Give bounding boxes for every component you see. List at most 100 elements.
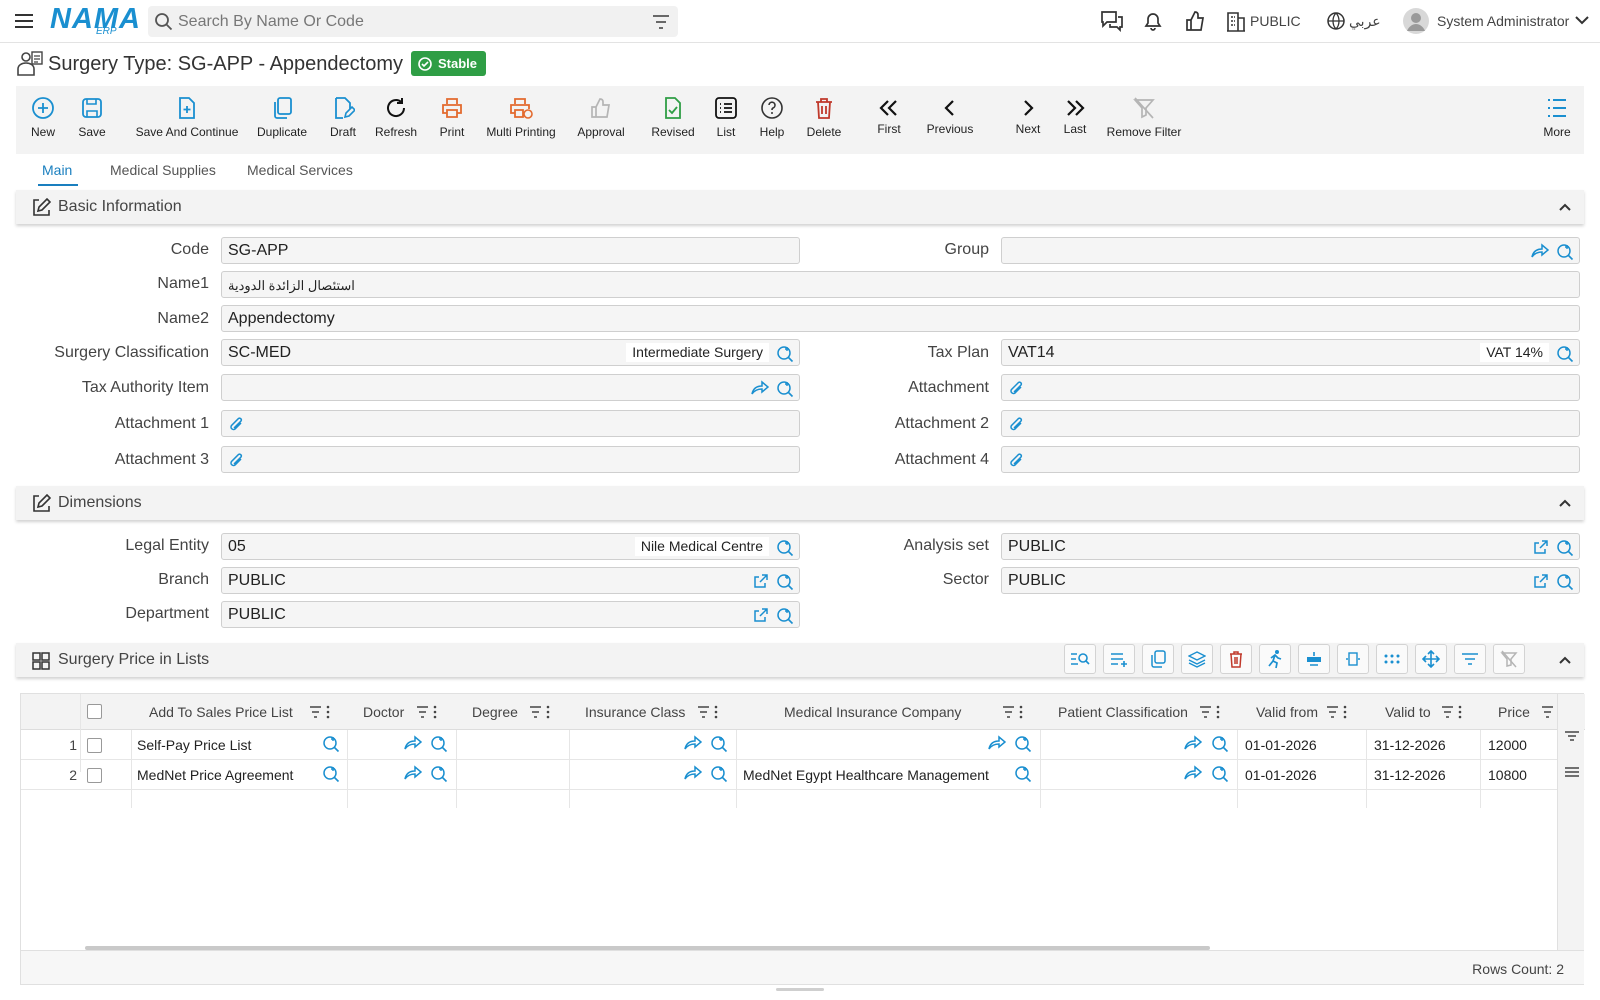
lookup-icon[interactable] (1211, 735, 1229, 753)
new-button[interactable]: New (27, 86, 59, 154)
paperclip-icon[interactable] (1008, 380, 1026, 398)
lookup-icon[interactable] (776, 380, 794, 398)
first-button[interactable]: First (874, 86, 904, 154)
row-checkbox[interactable] (87, 768, 102, 783)
column-header[interactable]: Insurance Class (585, 704, 685, 720)
dots-grid-icon[interactable] (1376, 644, 1408, 674)
menu-icon[interactable] (14, 11, 34, 31)
tab-main[interactable]: Main (42, 162, 72, 178)
lookup-icon[interactable] (776, 573, 794, 591)
column-filter-icon[interactable] (1326, 704, 1348, 720)
delete-button[interactable]: Delete (805, 86, 843, 154)
grid-filter-icon[interactable] (1454, 644, 1486, 674)
column-filter-icon[interactable] (529, 704, 551, 720)
column-filter-icon[interactable] (1441, 704, 1463, 720)
chevron-up-icon[interactable] (1558, 496, 1572, 510)
row-checkbox[interactable] (87, 738, 102, 753)
column-header[interactable]: Add To Sales Price List (149, 704, 293, 720)
user-name[interactable]: System Administrator (1437, 13, 1569, 29)
copy-row-icon[interactable] (1142, 644, 1174, 674)
print-button[interactable]: Print (437, 86, 467, 154)
share-icon[interactable] (1531, 243, 1549, 259)
avatar[interactable] (1402, 7, 1430, 35)
runner-icon[interactable] (1259, 644, 1291, 674)
search-box[interactable]: Search By Name Or Code (148, 6, 678, 37)
share-icon[interactable] (404, 765, 422, 781)
lookup-icon[interactable] (430, 735, 448, 753)
insert-above-icon[interactable] (1298, 644, 1330, 674)
column-header[interactable]: Degree (472, 704, 518, 720)
filter-icon[interactable] (652, 14, 670, 30)
help-button[interactable]: Help (757, 86, 787, 154)
share-icon[interactable] (1184, 765, 1202, 781)
share-icon[interactable] (404, 735, 422, 751)
code-field[interactable]: SG-APP (221, 237, 800, 264)
thumbs-up-icon[interactable] (1184, 10, 1206, 32)
table-row[interactable]: 1 Self-Pay Price List 01-01-2026 31-12-2… (21, 730, 1557, 760)
column-header[interactable]: Price (1498, 704, 1530, 720)
chevron-up-icon[interactable] (1558, 200, 1572, 214)
search-input[interactable]: Search By Name Or Code (178, 13, 364, 31)
analysis-set-field[interactable]: PUBLIC (1001, 533, 1580, 560)
valid-from-cell[interactable]: 01-01-2026 (1245, 767, 1317, 783)
share-icon[interactable] (751, 380, 769, 396)
price-cell[interactable]: 12000 (1488, 737, 1527, 753)
duplicate-button[interactable]: Duplicate (253, 86, 311, 154)
external-link-icon[interactable] (753, 607, 769, 623)
price-cell[interactable]: 10800 (1488, 767, 1527, 783)
move-icon[interactable] (1415, 644, 1447, 674)
approval-button[interactable]: Approval (576, 86, 626, 154)
lookup-icon[interactable] (776, 607, 794, 625)
column-filter-icon[interactable] (1199, 704, 1221, 720)
delete-row-icon[interactable] (1220, 644, 1252, 674)
remove-filter-button[interactable]: Remove Filter (1096, 86, 1192, 154)
valid-from-cell[interactable]: 01-01-2026 (1245, 737, 1317, 753)
column-filter-icon[interactable] (309, 704, 331, 720)
department-field[interactable]: PUBLIC (221, 601, 800, 628)
column-header[interactable]: Doctor (363, 704, 404, 720)
legal-entity-field[interactable]: 05 Nile Medical Centre (221, 533, 800, 560)
price-list-cell[interactable]: Self-Pay Price List (137, 737, 251, 753)
chevron-down-icon[interactable] (1575, 15, 1589, 25)
tab-medical-services[interactable]: Medical Services (247, 162, 353, 178)
external-link-icon[interactable] (1533, 539, 1549, 555)
column-header[interactable]: Medical Insurance Company (784, 704, 961, 720)
external-link-icon[interactable] (1533, 573, 1549, 589)
resize-handle[interactable] (776, 988, 824, 991)
logo[interactable]: NAMA ERP (50, 4, 140, 38)
language-switch[interactable]: عربي (1349, 13, 1381, 30)
valid-to-cell[interactable]: 31-12-2026 (1374, 767, 1446, 783)
column-filter-icon[interactable] (1002, 704, 1024, 720)
side-menu-icon[interactable] (1564, 766, 1580, 778)
lookup-icon[interactable] (1014, 765, 1032, 783)
name2-field[interactable]: Appendectomy (221, 305, 1580, 332)
insurance-company-cell[interactable]: MedNet Egypt Healthcare Management (743, 767, 989, 783)
paperclip-icon[interactable] (1008, 452, 1026, 470)
grid-search-icon[interactable] (1064, 644, 1096, 674)
entity-label[interactable]: PUBLIC (1250, 13, 1301, 29)
dimensions-header[interactable]: Dimensions (16, 486, 1584, 520)
chat-icon[interactable] (1100, 10, 1124, 32)
paperclip-icon[interactable] (228, 416, 246, 434)
price-list-cell[interactable]: MedNet Price Agreement (137, 767, 293, 783)
tax-authority-item-field[interactable] (221, 374, 800, 401)
attachment-2-field[interactable] (1001, 410, 1580, 437)
column-header[interactable]: Valid from (1256, 704, 1318, 720)
refresh-button[interactable]: Refresh (373, 86, 419, 154)
lookup-icon[interactable] (1556, 345, 1574, 363)
share-icon[interactable] (1184, 735, 1202, 751)
lookup-icon[interactable] (1556, 539, 1574, 557)
select-all-checkbox[interactable] (87, 704, 102, 719)
table-row[interactable]: 2 MedNet Price Agreement MedNet Egypt He… (21, 760, 1557, 790)
previous-button[interactable]: Previous (926, 86, 974, 154)
layers-icon[interactable] (1181, 644, 1213, 674)
lookup-icon[interactable] (710, 735, 728, 753)
bell-icon[interactable] (1142, 10, 1164, 32)
lookup-icon[interactable] (430, 765, 448, 783)
lookup-icon[interactable] (1211, 765, 1229, 783)
sector-field[interactable]: PUBLIC (1001, 567, 1580, 594)
valid-to-cell[interactable]: 31-12-2026 (1374, 737, 1446, 753)
attachment-field[interactable] (1001, 374, 1580, 401)
surgery-classification-field[interactable]: SC-MED Intermediate Surgery (221, 339, 800, 366)
chevron-up-icon[interactable] (1558, 653, 1572, 667)
